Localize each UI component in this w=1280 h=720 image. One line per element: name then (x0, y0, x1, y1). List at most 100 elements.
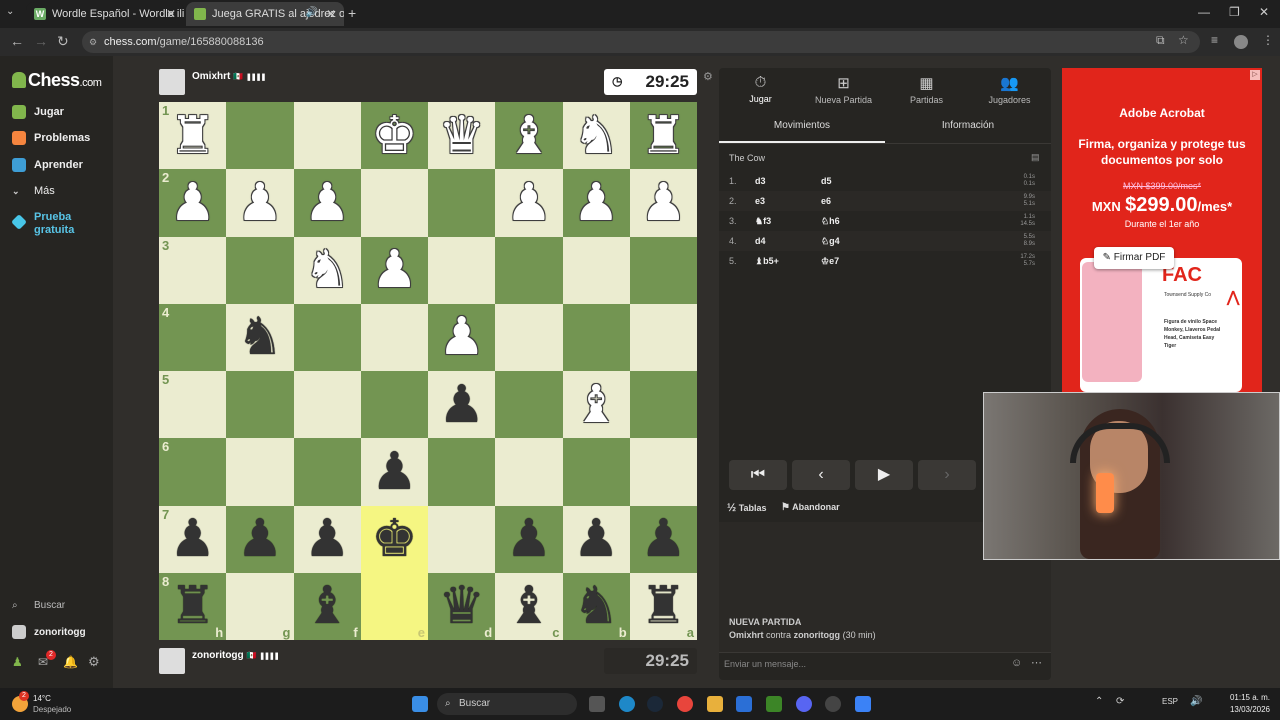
board-square[interactable]: 8 h ♜ (159, 572, 227, 640)
new-tab-button[interactable]: + (348, 5, 356, 21)
black-piece[interactable]: ♜ (169, 580, 216, 632)
black-piece[interactable]: ♟ (169, 513, 216, 565)
board-square[interactable]: ♟ (293, 505, 361, 573)
white-piece[interactable]: ♜ (169, 110, 216, 162)
black-piece[interactable]: ♟ (506, 513, 553, 565)
board-square[interactable]: ♞ (562, 102, 630, 170)
draw-button[interactable]: ½ Tablas (727, 502, 767, 514)
board-square[interactable] (293, 303, 361, 371)
board-square[interactable] (629, 371, 697, 439)
board-square[interactable] (562, 236, 630, 304)
bell-icon[interactable]: 🔔 (63, 655, 78, 669)
board-square[interactable] (226, 371, 294, 439)
black-piece[interactable]: ♞ (237, 311, 284, 363)
board-square[interactable] (226, 236, 294, 304)
black-piece[interactable]: ♟ (237, 513, 284, 565)
board-square[interactable]: g (226, 572, 294, 640)
tab-players[interactable]: 👥 Jugadores (968, 68, 1051, 110)
board-square[interactable]: ♟ (293, 169, 361, 237)
bottom-player-avatar[interactable] (159, 648, 185, 674)
more-icon[interactable]: ⋯ (1031, 656, 1042, 669)
tab-list-icon[interactable]: ⌄ (6, 6, 14, 17)
friends-icon[interactable]: ♟ (12, 655, 23, 669)
board-square[interactable]: ♟ (562, 505, 630, 573)
profile-avatar[interactable] (1234, 35, 1248, 49)
board-square[interactable] (428, 505, 496, 573)
close-icon[interactable]: ✕ (326, 7, 336, 21)
window-close-icon[interactable]: ✕ (1259, 5, 1269, 19)
board-square[interactable]: ♜ (629, 102, 697, 170)
store-icon[interactable] (736, 696, 752, 712)
white-piece[interactable]: ♝ (506, 110, 553, 162)
board-square[interactable]: d ♛ (428, 572, 496, 640)
board-square[interactable]: 3 (159, 236, 227, 304)
black-piece[interactable]: ♟ (573, 513, 620, 565)
sidebar-user[interactable]: zonoritogg (12, 625, 86, 639)
white-move[interactable]: d3 (755, 176, 821, 186)
white-piece[interactable]: ♛ (438, 110, 485, 162)
tab-wordle[interactable]: W Wordle Español - Wordle ilimit ✕ (26, 2, 184, 26)
black-move[interactable]: e6 (821, 196, 1011, 206)
steam-icon[interactable] (647, 696, 663, 712)
taskbar-search[interactable]: ⌕ Buscar (437, 693, 577, 715)
language[interactable]: ESP (1162, 697, 1178, 706)
chat-input[interactable]: Enviar un mensaje... (724, 659, 806, 669)
minimize-icon[interactable]: — (1198, 5, 1210, 19)
tab-games[interactable]: ▦ Partidas (885, 68, 968, 110)
board-square[interactable] (495, 303, 563, 371)
black-move[interactable]: ♔e7 (821, 256, 1011, 267)
app-icon[interactable] (855, 696, 871, 712)
board-square[interactable]: ♟ (360, 236, 428, 304)
ad-cta-button[interactable]: ✎ Firmar PDF (1094, 247, 1174, 269)
clock-time[interactable]: 01:15 a. m. (1228, 693, 1270, 702)
board-square[interactable]: e (360, 572, 428, 640)
black-piece[interactable]: ♜ (640, 580, 687, 632)
reload-icon[interactable]: ↻ (57, 33, 69, 50)
white-piece[interactable]: ♟ (169, 177, 216, 229)
board-square[interactable]: ♟ (226, 505, 294, 573)
resign-button[interactable]: ⚑ Abandonar (781, 502, 840, 513)
windows-start-icon[interactable] (412, 696, 428, 712)
sidebar-search[interactable]: ⌕ Buscar (12, 600, 65, 611)
subtab-info[interactable]: Información (885, 120, 1051, 131)
board-square[interactable] (629, 236, 697, 304)
media-icon[interactable]: ≡ (1211, 33, 1218, 47)
white-piece[interactable]: ♟ (640, 177, 687, 229)
white-piece[interactable]: ♝ (573, 379, 620, 431)
network-icon[interactable]: ⟳ (1116, 696, 1124, 707)
board-square[interactable] (293, 438, 361, 506)
volume-icon[interactable]: 🔊 (1190, 696, 1202, 707)
sidebar-item-free-trial[interactable]: Prueba gratuita (11, 211, 102, 237)
explorer-icon[interactable] (707, 696, 723, 712)
board-square[interactable] (428, 438, 496, 506)
board-square[interactable]: ♟ (428, 303, 496, 371)
board-square[interactable] (629, 438, 697, 506)
board-square[interactable]: ♚ (360, 505, 428, 573)
board-square[interactable]: ♝ (562, 371, 630, 439)
maximize-icon[interactable]: ❐ (1229, 5, 1240, 19)
settings-gear-icon[interactable]: ⚙ (88, 654, 100, 670)
black-move[interactable]: d5 (821, 176, 1011, 186)
minecraft-icon[interactable] (766, 696, 782, 712)
black-piece[interactable]: ♝ (304, 580, 351, 632)
board-square[interactable]: 5 (159, 371, 227, 439)
black-piece[interactable]: ♟ (304, 513, 351, 565)
sidebar-item-more[interactable]: ⌄ Más (12, 185, 55, 197)
install-icon[interactable]: ⧉ (1156, 33, 1165, 48)
sidebar-item-puzzles[interactable]: Problemas (12, 131, 90, 145)
board-square[interactable]: ♟ (428, 371, 496, 439)
white-move[interactable]: d4 (755, 236, 821, 246)
obs-icon[interactable] (825, 696, 841, 712)
board-square[interactable]: f ♝ (293, 572, 361, 640)
board-square[interactable]: ♟ (629, 169, 697, 237)
black-piece[interactable]: ♝ (506, 580, 553, 632)
close-icon[interactable]: ✕ (166, 7, 176, 21)
white-piece[interactable]: ♟ (573, 177, 620, 229)
white-piece[interactable]: ♟ (237, 177, 284, 229)
black-piece[interactable]: ♟ (438, 379, 485, 431)
board-square[interactable]: ♟ (495, 505, 563, 573)
board-square[interactable]: ♟ (495, 169, 563, 237)
board-square[interactable]: 2 ♟ (159, 169, 227, 237)
site-info-icon[interactable]: ⚙ (89, 31, 97, 53)
white-piece[interactable]: ♟ (438, 311, 485, 363)
